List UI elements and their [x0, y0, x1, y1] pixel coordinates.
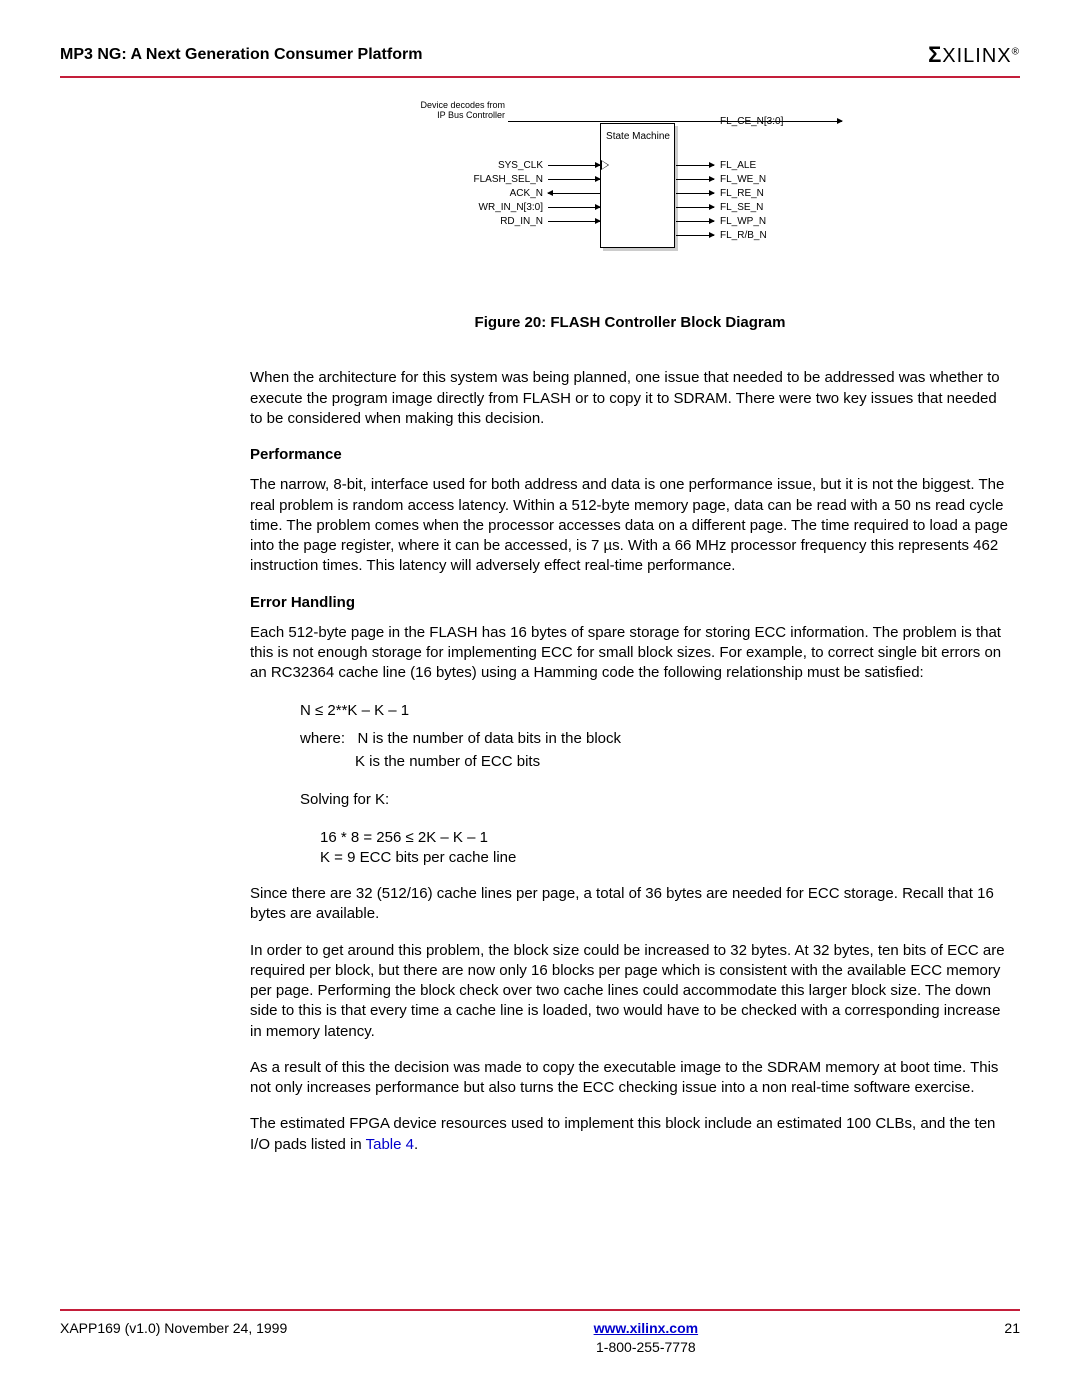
subheading-performance: Performance	[250, 445, 1010, 465]
signal-label: FL_SE_N	[720, 201, 763, 215]
content-area: Device decodes from IP Bus Controller St…	[250, 103, 1010, 1155]
signal-label: FL_ALE	[720, 159, 756, 173]
logo-sigma-icon: Σ	[928, 42, 942, 67]
signal-label: RD_IN_N	[443, 215, 543, 229]
formula-line: K = 9 ECC bits per cache line	[320, 848, 1010, 868]
diagram-line	[548, 179, 600, 180]
paragraph: The narrow, 8-bit, interface used for bo…	[250, 475, 1010, 576]
signal-label: FL_CE_N[3:0]	[720, 115, 783, 129]
footer-url-link[interactable]: www.xilinx.com	[594, 1320, 699, 1336]
diagram-note: Device decodes from IP Bus Controller	[410, 101, 505, 121]
diagram-line	[676, 165, 714, 166]
formula-line: where: N is the number of data bits in t…	[300, 728, 1010, 751]
paragraph: When the architecture for this system wa…	[250, 368, 1010, 429]
header-title: MP3 NG: A Next Generation Consumer Platf…	[60, 44, 422, 66]
clock-icon	[601, 160, 609, 170]
signal-label: ACK_N	[443, 187, 543, 201]
state-machine-label: State Machine	[603, 131, 673, 142]
block-diagram: Device decodes from IP Bus Controller St…	[420, 103, 840, 263]
signal-label: FL_WE_N	[720, 173, 766, 187]
page-header: MP3 NG: A Next Generation Consumer Platf…	[60, 40, 1020, 78]
footer-page-number: 21	[1004, 1319, 1020, 1357]
signal-label: FLASH_SEL_N	[443, 173, 543, 187]
signal-label: FL_WP_N	[720, 215, 766, 229]
signal-label: SYS_CLK	[443, 159, 543, 173]
footer-center: www.xilinx.com 1-800-255-7778	[594, 1319, 699, 1357]
paragraph: Each 512-byte page in the FLASH has 16 b…	[250, 623, 1010, 684]
diagram-line	[676, 235, 714, 236]
signal-label: WR_IN_N[3:0]	[443, 201, 543, 215]
subheading-error-handling: Error Handling	[250, 593, 1010, 613]
paragraph: Since there are 32 (512/16) cache lines …	[250, 884, 1010, 925]
logo-brand: XILINX	[942, 45, 1011, 67]
figure-caption: Figure 20: FLASH Controller Block Diagra…	[250, 313, 1010, 333]
paragraph: As a result of this the decision was mad…	[250, 1058, 1010, 1099]
diagram-line	[548, 165, 600, 166]
formula-line: K is the number of ECC bits	[355, 751, 1010, 774]
diagram-line	[676, 193, 714, 194]
footer-phone: 1-800-255-7778	[596, 1339, 696, 1355]
diagram-line	[548, 221, 600, 222]
footer-doc-id: XAPP169 (v1.0) November 24, 1999	[60, 1319, 287, 1357]
table-link[interactable]: Table 4	[366, 1136, 414, 1153]
paragraph: The estimated FPGA device resources used…	[250, 1114, 1010, 1155]
paragraph: In order to get around this problem, the…	[250, 941, 1010, 1042]
diagram-line	[548, 207, 600, 208]
signal-label: FL_R/B_N	[720, 229, 767, 243]
diagram-line	[508, 121, 842, 122]
formula-block: 16 * 8 = 256 ≤ 2K – K – 1 K = 9 ECC bits…	[320, 828, 1010, 869]
formula-line: N ≤ 2**K – K – 1	[300, 700, 1010, 723]
formula-line: Solving for K:	[300, 789, 1010, 812]
diagram-line	[676, 221, 714, 222]
diagram-line	[548, 193, 600, 194]
page-footer: XAPP169 (v1.0) November 24, 1999 www.xil…	[60, 1309, 1020, 1357]
logo-reg: ®	[1012, 46, 1020, 57]
diagram-line	[676, 179, 714, 180]
formula-block: N ≤ 2**K – K – 1 where: N is the number …	[300, 700, 1010, 774]
formula-line: 16 * 8 = 256 ≤ 2K – K – 1	[320, 828, 1010, 848]
diagram-container: Device decodes from IP Bus Controller St…	[250, 103, 1010, 333]
formula-block: Solving for K:	[300, 789, 1010, 812]
diagram-line	[676, 207, 714, 208]
xilinx-logo: ΣXILINX®	[928, 40, 1020, 70]
signal-label: FL_RE_N	[720, 187, 764, 201]
